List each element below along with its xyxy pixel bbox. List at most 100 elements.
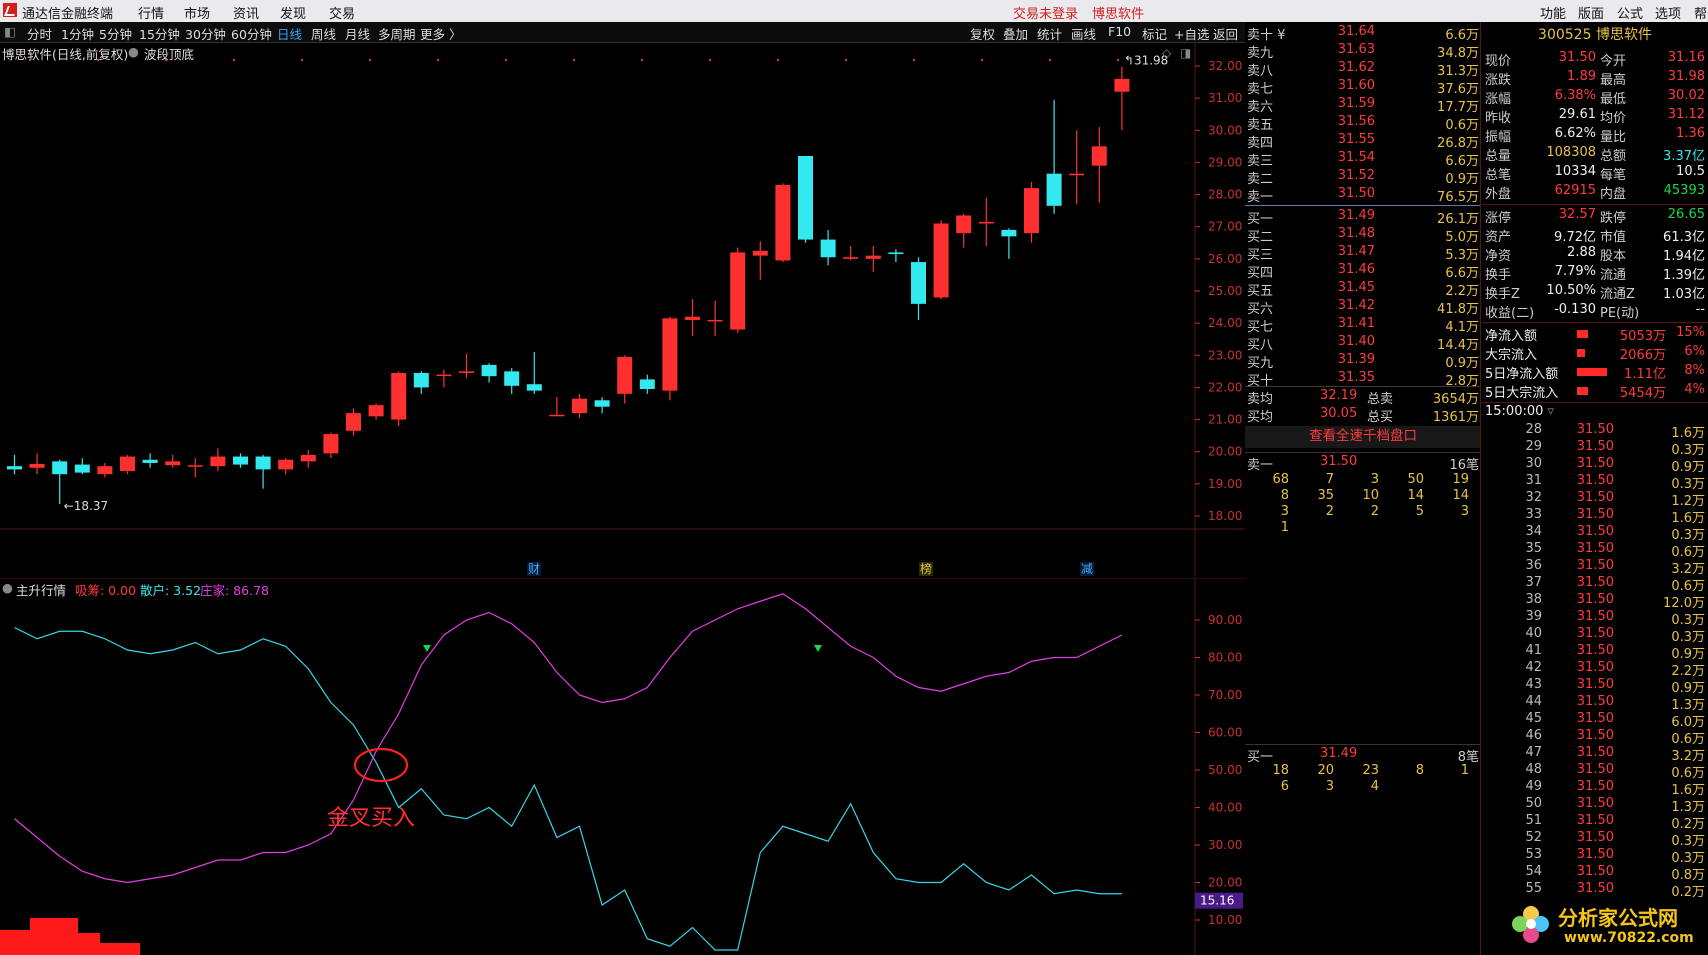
ask-row[interactable]: 卖一 31.50 76.5万 bbox=[1245, 186, 1481, 205]
watermark-logo: 分析家公式网 www.70822.com bbox=[1508, 900, 1708, 955]
period-15min[interactable]: 15分钟 bbox=[139, 24, 180, 43]
candle-body-down bbox=[888, 252, 904, 255]
ask-row[interactable]: 卖七 31.60 37.6万 bbox=[1245, 78, 1481, 97]
ask-row[interactable]: 卖八 31.62 31.3万 bbox=[1245, 60, 1481, 79]
tick-price: 31.50 bbox=[1576, 881, 1614, 896]
price-axis-label: 32.00 bbox=[1208, 59, 1242, 73]
tick-row: 36 31.50 3.2万 bbox=[1482, 558, 1708, 577]
tick-second: 51 bbox=[1525, 813, 1542, 828]
tool-overlay[interactable]: 叠加 bbox=[1003, 24, 1028, 43]
tool-stats[interactable]: 统计 bbox=[1037, 24, 1062, 43]
quote-label: 昨收 bbox=[1485, 111, 1512, 126]
candle-body-up bbox=[1069, 173, 1085, 176]
queue-order-size: 3 bbox=[1325, 779, 1334, 794]
menu-formula[interactable]: 公式 bbox=[1617, 3, 1643, 22]
tick-row: 51 31.50 0.2万 bbox=[1482, 813, 1708, 832]
tick-price: 31.50 bbox=[1576, 677, 1614, 692]
tick-price: 31.50 bbox=[1576, 643, 1614, 658]
tick-second: 40 bbox=[1525, 626, 1542, 641]
menu-layout[interactable]: 版面 bbox=[1578, 3, 1604, 22]
tick-price: 31.50 bbox=[1576, 575, 1614, 590]
quote-row: 外盘 62915 内盘 45393 bbox=[1482, 183, 1708, 202]
period-1min[interactable]: 1分钟 bbox=[61, 24, 94, 43]
menu-discover[interactable]: 发现 bbox=[280, 3, 306, 22]
flow-label: 5日净流入额 bbox=[1485, 367, 1559, 382]
queue-order-size: 3 bbox=[1460, 504, 1469, 519]
quote-row: 涨幅 6.38% 最低 30.02 bbox=[1482, 88, 1708, 107]
period-intraday[interactable]: 分时 bbox=[27, 24, 52, 43]
period-more[interactable]: 更多 〉 bbox=[420, 24, 461, 43]
bid-row[interactable]: 买三 31.47 5.3万 bbox=[1245, 244, 1481, 263]
ask-row[interactable]: 卖九 31.63 34.8万 bbox=[1245, 42, 1481, 61]
tick-row: 40 31.50 0.3万 bbox=[1482, 626, 1708, 645]
bid-row[interactable]: 买七 31.41 4.1万 bbox=[1245, 316, 1481, 335]
ob-volume: 26.8万 bbox=[1437, 136, 1479, 151]
candle-body-down bbox=[52, 461, 68, 475]
tick-second: 31 bbox=[1525, 473, 1542, 488]
candle-body-up bbox=[1114, 78, 1130, 92]
ask-row[interactable]: 卖三 31.54 6.6万 bbox=[1245, 150, 1481, 169]
trade-login-status[interactable]: 交易未登录 bbox=[1013, 3, 1078, 22]
tick-price: 31.50 bbox=[1576, 796, 1614, 811]
period-weekly[interactable]: 周线 bbox=[311, 24, 336, 43]
tick-row: 52 31.50 0.3万 bbox=[1482, 830, 1708, 849]
tool-back[interactable]: 返回 bbox=[1213, 24, 1238, 43]
ob-price: 31.63 bbox=[1337, 42, 1375, 57]
bid-row[interactable]: 买四 31.46 6.6万 bbox=[1245, 262, 1481, 281]
quote-row: 现价 31.50 今开 31.16 bbox=[1482, 50, 1708, 69]
price-chart[interactable]: 32.00 31.00 30.00 29.00 28.00 27.00 26.00 25.00… bbox=[0, 42, 1245, 577]
tool-mark[interactable]: 标记 bbox=[1142, 24, 1167, 43]
total-sell-value: 3654万 bbox=[1432, 392, 1479, 407]
ask-row[interactable]: 卖二 31.52 0.9万 bbox=[1245, 168, 1481, 187]
bid-row[interactable]: 买二 31.48 5.0万 bbox=[1245, 226, 1481, 245]
flow-value: 2066万 bbox=[1619, 348, 1666, 363]
buy-avg-value: 30.05 bbox=[1320, 406, 1358, 421]
menu-function[interactable]: 功能 bbox=[1540, 3, 1566, 22]
menu-trade[interactable]: 交易 bbox=[329, 3, 355, 22]
full-depth-link[interactable]: 查看全速千档盘口 bbox=[1245, 426, 1481, 448]
quote-label: 净资 bbox=[1485, 249, 1512, 264]
ask-row[interactable]: 卖五 31.56 0.6万 bbox=[1245, 114, 1481, 133]
period-multi[interactable]: 多周期 bbox=[378, 24, 416, 43]
menu-options[interactable]: 选项 bbox=[1655, 3, 1681, 22]
dropdown-arrow-icon[interactable]: ▿ bbox=[1548, 404, 1555, 419]
total-buy-value: 1361万 bbox=[1432, 410, 1479, 425]
period-5min[interactable]: 5分钟 bbox=[99, 24, 132, 43]
price-axis-label: 18.00 bbox=[1208, 509, 1242, 523]
tick-price: 31.50 bbox=[1576, 541, 1614, 556]
toggle-panel-icon[interactable]: ◧ bbox=[4, 24, 16, 39]
period-daily[interactable]: 日线 bbox=[277, 24, 302, 43]
menu-news[interactable]: 资讯 bbox=[233, 3, 259, 22]
indicator-collapse-icon[interactable]: ● bbox=[2, 580, 13, 595]
period-60min[interactable]: 60分钟 bbox=[231, 24, 272, 43]
period-30min[interactable]: 30分钟 bbox=[185, 24, 226, 43]
tick-price: 31.50 bbox=[1576, 830, 1614, 845]
ask-row[interactable]: 卖十 ¥ 31.64 6.6万 bbox=[1245, 24, 1481, 43]
ob-label: 买三 bbox=[1247, 248, 1274, 263]
tool-draw[interactable]: 画线 bbox=[1071, 24, 1096, 43]
indicator-name[interactable]: 主升行情 bbox=[16, 580, 66, 599]
ticks-time-header[interactable]: 15:00:00 ▿ bbox=[1485, 404, 1554, 419]
period-monthly[interactable]: 月线 bbox=[345, 24, 370, 43]
tool-rights[interactable]: 复权 bbox=[970, 24, 995, 43]
current-value-tag: 15.16 bbox=[1200, 894, 1234, 908]
ask-row[interactable]: 卖六 31.59 17.7万 bbox=[1245, 96, 1481, 115]
tool-f10[interactable]: F10 bbox=[1108, 24, 1131, 39]
quote-value: 1.89 bbox=[1567, 69, 1596, 84]
bid-row[interactable]: 买六 31.42 41.8万 bbox=[1245, 298, 1481, 317]
bid-row[interactable]: 买一 31.49 26.1万 bbox=[1245, 208, 1481, 227]
indicator-chart[interactable]: 90.00 80.00 70.00 60.00 50.00 40.00 30.00 20.00… bbox=[0, 578, 1245, 955]
bid-row[interactable]: 买五 31.45 2.2万 bbox=[1245, 280, 1481, 299]
bid-row[interactable]: 买八 31.40 14.4万 bbox=[1245, 334, 1481, 353]
menu-market[interactable]: 市场 bbox=[184, 3, 210, 22]
menu-quotes[interactable]: 行情 bbox=[138, 3, 164, 22]
indicator-axis-label: 30.00 bbox=[1208, 838, 1242, 852]
bid-row[interactable]: 买九 31.39 0.9万 bbox=[1245, 352, 1481, 371]
ask-row[interactable]: 卖四 31.55 26.8万 bbox=[1245, 132, 1481, 151]
menu-help[interactable]: 帮 bbox=[1694, 3, 1707, 22]
tool-add-watchlist[interactable]: +自选 bbox=[1174, 24, 1209, 43]
candle-body-up bbox=[368, 405, 384, 417]
tick-second: 44 bbox=[1525, 694, 1542, 709]
tick-row: 44 31.50 1.3万 bbox=[1482, 694, 1708, 713]
quote-label: PE(动) bbox=[1600, 306, 1640, 321]
